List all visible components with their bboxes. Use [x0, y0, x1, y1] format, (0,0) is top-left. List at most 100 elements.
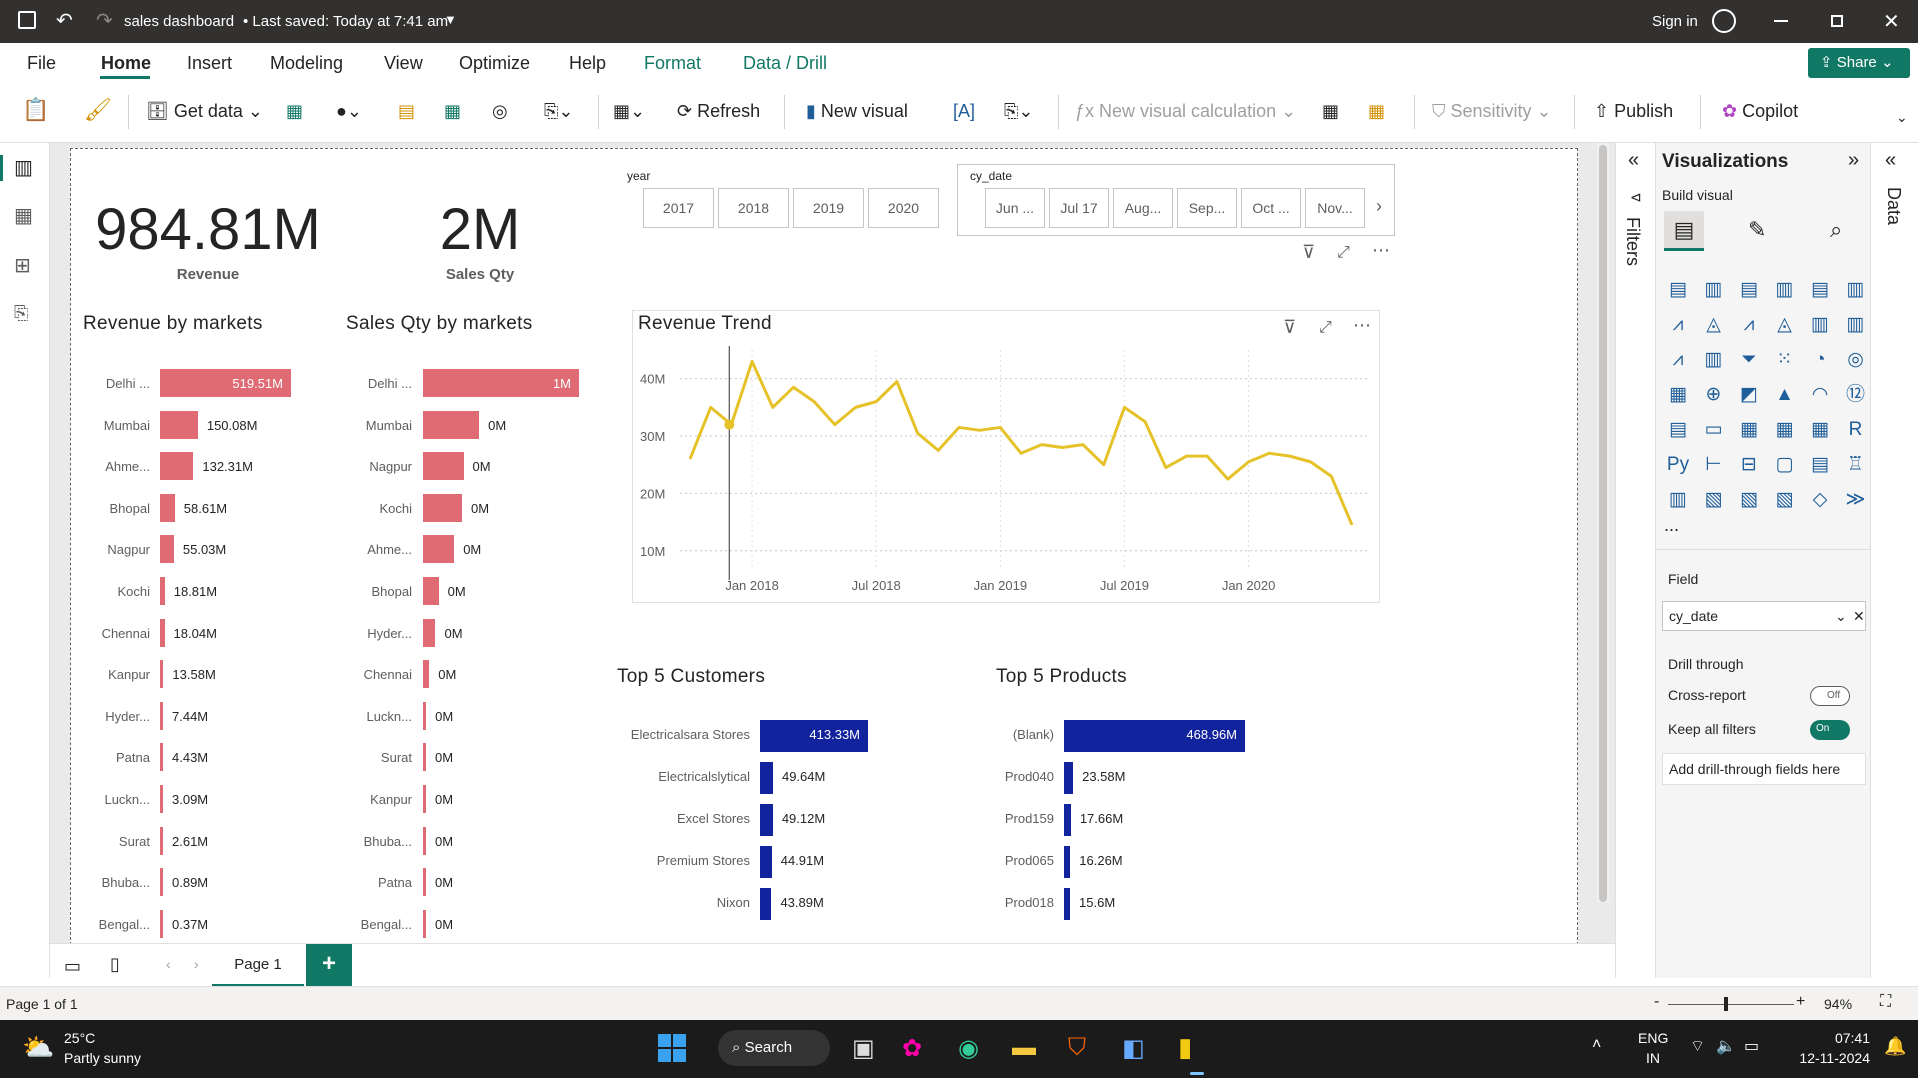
filter-icon[interactable]: ⊽	[1283, 317, 1296, 338]
year-option-2017[interactable]: 2017	[643, 188, 714, 228]
visual-type-icon[interactable]: Py	[1666, 453, 1690, 477]
bar[interactable]	[160, 493, 175, 522]
drill-through-drop-zone[interactable]: Add drill-through fields here	[1662, 753, 1866, 785]
visual-type-icon[interactable]: ▤	[1808, 453, 1832, 477]
visual-type-icon[interactable]: ▧	[1702, 488, 1726, 512]
add-page-button[interactable]: +	[306, 944, 352, 986]
bar[interactable]	[423, 618, 436, 647]
visual-type-icon[interactable]: ≫	[1844, 488, 1868, 512]
get-data-button[interactable]: 🗄 Get data ⌄	[146, 101, 263, 122]
brave-icon[interactable]: ⛉	[1068, 1034, 1086, 1062]
sql-icon[interactable]: ▤	[398, 101, 415, 122]
chevron-down-icon[interactable]: ▼	[444, 12, 457, 27]
power-bi-icon[interactable]: ▮	[1178, 1032, 1192, 1063]
bar[interactable]	[160, 618, 165, 647]
bar[interactable]	[160, 535, 174, 564]
visual-type-icon[interactable]: ▤	[1737, 278, 1761, 302]
refresh-button[interactable]: ⟳ Refresh	[677, 101, 760, 122]
visual-type-icon[interactable]: ▤	[1808, 278, 1832, 302]
language-bottom[interactable]: IN	[1646, 1050, 1660, 1066]
visual-type-icon[interactable]: ▧	[1737, 488, 1761, 512]
visual-type-icon[interactable]: ◬	[1773, 313, 1797, 337]
visual-type-icon[interactable]: ♖	[1844, 453, 1868, 477]
model-view-icon[interactable]: ⊞	[14, 253, 31, 278]
date-option[interactable]: Aug...	[1113, 188, 1173, 228]
weather-icon[interactable]: ⛅	[22, 1032, 54, 1063]
visual-type-icon[interactable]: ▦	[1737, 418, 1761, 442]
tab-modeling[interactable]: Modeling	[270, 53, 343, 74]
page-tab-page-1[interactable]: Page 1	[212, 944, 304, 987]
year-option-2018[interactable]: 2018	[718, 188, 789, 228]
zoom-slider[interactable]	[1668, 1004, 1794, 1005]
zoom-slider-thumb[interactable]	[1724, 997, 1728, 1011]
bar[interactable]	[423, 785, 426, 813]
visual-type-icon[interactable]: ◎	[1844, 348, 1868, 372]
visual-type-icon[interactable]: ▲	[1773, 383, 1797, 407]
more-options-icon[interactable]: ⋯	[1353, 315, 1371, 336]
chevron-down-icon[interactable]: ⌄	[1835, 602, 1847, 630]
bar[interactable]	[160, 701, 163, 730]
task-view-icon[interactable]: ▣	[852, 1034, 875, 1063]
wifi-icon[interactable]: ⌔	[1690, 1036, 1705, 1056]
share-button[interactable]: ⇪ Share ⌄	[1808, 48, 1910, 78]
minimize-icon[interactable]	[1774, 20, 1788, 22]
date-option[interactable]: Sep...	[1177, 188, 1237, 228]
bar[interactable]	[160, 826, 163, 855]
visual-type-icon[interactable]: ⊕	[1702, 383, 1726, 407]
visual-type-icon[interactable]: ▥	[1702, 348, 1726, 372]
collapse-pane-icon[interactable]: »	[1848, 149, 1859, 172]
bar[interactable]	[423, 577, 439, 605]
clock-date[interactable]: 12-11-2024	[1786, 1050, 1870, 1066]
tab-help[interactable]: Help	[569, 53, 606, 74]
quick-measure-icon[interactable]: ▦	[1368, 101, 1385, 122]
visual-type-icon[interactable]: ⊟	[1737, 453, 1761, 477]
bar[interactable]	[1064, 804, 1071, 836]
data-pane-collapsed[interactable]: « Data	[1870, 143, 1918, 978]
file-explorer-icon[interactable]: ▬	[1012, 1034, 1036, 1062]
dax-query-icon[interactable]: ⎘	[14, 303, 28, 324]
edge-icon[interactable]: ◉	[958, 1034, 979, 1063]
new-measure-icon[interactable]: ▦	[1322, 101, 1339, 122]
mobile-layout-icon[interactable]: ▯	[110, 954, 120, 975]
copilot-app-icon[interactable]: ✿	[902, 1034, 922, 1063]
bar[interactable]	[423, 701, 427, 730]
new-visual-button[interactable]: ▮ New visual	[806, 101, 908, 122]
bar[interactable]	[1064, 762, 1074, 794]
tab-insert[interactable]: Insert	[187, 53, 232, 74]
visual-type-icon[interactable]: R	[1844, 418, 1868, 442]
bar[interactable]	[423, 660, 430, 689]
visual-type-icon[interactable]: ⩘	[1666, 313, 1690, 337]
bar[interactable]	[423, 868, 426, 897]
visual-type-icon[interactable]: ▥	[1702, 278, 1726, 302]
volume-icon[interactable]: 🔈	[1716, 1036, 1736, 1056]
prev-page-icon[interactable]: ‹	[166, 956, 171, 972]
vscode-icon[interactable]: ◧	[1122, 1034, 1145, 1063]
zoom-in-button[interactable]: +	[1796, 993, 1805, 1011]
visual-type-icon[interactable]: ▥	[1773, 278, 1797, 302]
visual-type-icon[interactable]: ▢	[1773, 453, 1797, 477]
more-visuals-icon[interactable]: ...	[1664, 515, 1679, 536]
date-option[interactable]: Nov...	[1305, 188, 1365, 228]
visual-type-icon[interactable]: ◬	[1702, 313, 1726, 337]
battery-icon[interactable]: ▭	[1744, 1036, 1759, 1056]
more-visuals-icon[interactable]: ⎘⌄	[1004, 101, 1033, 122]
publish-button[interactable]: ⇧ Publish	[1594, 101, 1673, 122]
visual-type-icon[interactable]: ▥	[1808, 313, 1832, 337]
chevron-up-icon[interactable]: ˄	[1592, 1036, 1601, 1054]
language-top[interactable]: ENG	[1638, 1030, 1668, 1046]
canvas-scrollbar[interactable]	[1597, 143, 1609, 903]
analytics-icon[interactable]: ⌕	[1830, 217, 1842, 243]
bar[interactable]	[423, 452, 464, 481]
visual-type-icon[interactable]: ▤	[1666, 278, 1690, 302]
bar[interactable]	[1064, 888, 1071, 920]
bar[interactable]	[423, 535, 455, 564]
notification-icon[interactable]: 🔔	[1884, 1036, 1906, 1057]
more-options-icon[interactable]: ⋯	[1372, 240, 1390, 261]
visual-type-icon[interactable]: ⩘	[1666, 348, 1690, 372]
bar[interactable]	[423, 743, 426, 772]
cross-report-toggle[interactable]: Off	[1810, 686, 1850, 706]
bar[interactable]	[760, 762, 773, 794]
zoom-out-button[interactable]: -	[1654, 993, 1659, 1011]
year-option-2020[interactable]: 2020	[868, 188, 939, 228]
report-view-icon[interactable]: ▥	[14, 155, 33, 180]
